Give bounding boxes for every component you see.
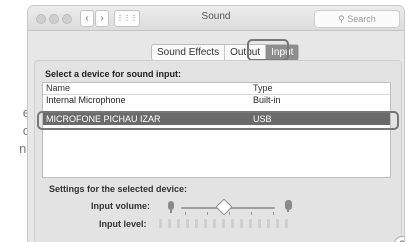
input-level-label: Input level:: [99, 219, 147, 229]
level-segment: [177, 219, 180, 228]
level-segment: [222, 219, 225, 228]
level-segment: [213, 219, 216, 228]
level-segment: [204, 219, 207, 228]
search-placeholder: Search: [347, 14, 376, 24]
level-segment: [258, 219, 261, 228]
sound-preferences-window: ‹ › ⋮⋮⋮ Sound ⚲ Search Sound Effects Out…: [28, 6, 404, 242]
level-segment: [276, 219, 279, 228]
background-text-line-3: n.: [19, 141, 30, 156]
magnifier-icon: ⚲: [338, 14, 345, 24]
volume-tick: [185, 212, 186, 215]
settings-heading: Settings for the selected device:: [49, 184, 188, 194]
device-type: Built-in: [253, 95, 281, 105]
level-segment: [195, 219, 198, 228]
title-bar: ‹ › ⋮⋮⋮ Sound ⚲ Search: [28, 6, 404, 31]
tab-sound-effects[interactable]: Sound Effects: [152, 45, 226, 60]
level-segment: [159, 219, 162, 228]
table-header: Name Type: [43, 83, 390, 95]
level-segment: [285, 219, 288, 228]
microphone-high-icon: [285, 200, 292, 212]
device-list-heading: Select a device for sound input:: [45, 69, 182, 79]
level-segment: [168, 219, 171, 228]
volume-tick: [273, 212, 274, 215]
column-name-header[interactable]: Name: [46, 83, 70, 93]
volume-tick: [251, 212, 252, 215]
background-text-line-2: o: [22, 123, 30, 138]
microphone-low-icon: [168, 201, 174, 213]
column-type-header[interactable]: Type: [253, 83, 273, 93]
level-segment: [240, 219, 243, 228]
level-segment: [249, 219, 252, 228]
level-segment: [231, 219, 234, 228]
volume-tick: [229, 212, 230, 215]
volume-tick: [207, 212, 208, 215]
input-pane: Select a device for sound input: Name Ty…: [34, 60, 402, 242]
input-volume-slider-knob[interactable]: [215, 198, 233, 216]
input-volume-label: Input volume:: [91, 201, 150, 211]
device-table: Name Type Internal Microphone Built-in M…: [42, 82, 391, 178]
selected-row-highlight: [37, 111, 399, 130]
level-segment: [186, 219, 189, 228]
background-text-line-1: e: [22, 105, 30, 120]
table-row[interactable]: Internal Microphone Built-in: [43, 95, 390, 106]
device-name: Internal Microphone: [46, 95, 126, 105]
level-segment: [267, 219, 270, 228]
search-field[interactable]: ⚲ Search: [314, 10, 400, 28]
input-tab-highlight: [247, 39, 289, 61]
